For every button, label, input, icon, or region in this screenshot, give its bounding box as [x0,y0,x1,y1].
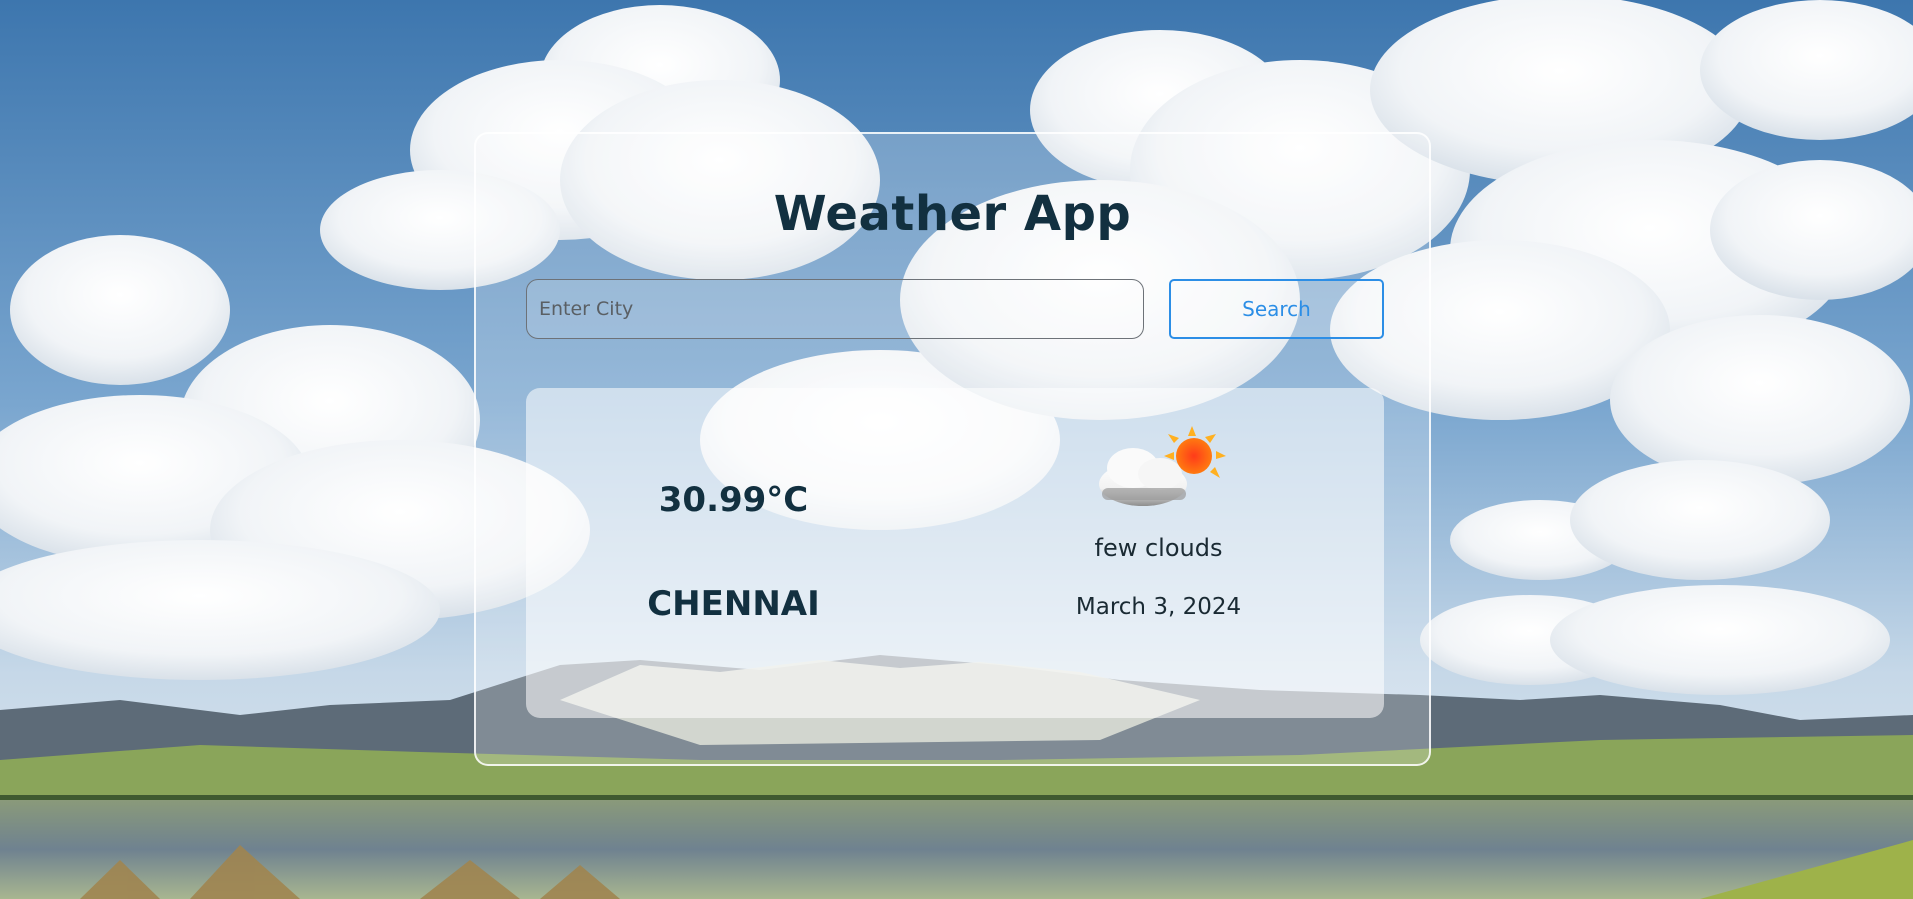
weather-app-card: Weather App Search 30.99°C CHENNAI [474,132,1431,766]
temperature-value: 30.99°C [658,480,809,520]
weather-description: few clouds [1094,534,1223,562]
few-clouds-day-icon [1088,426,1228,516]
city-search-input[interactable] [526,279,1144,339]
weather-date: March 3, 2024 [1075,594,1242,620]
app-title: Weather App [773,186,1132,242]
city-name: CHENNAI [647,584,820,624]
weather-result-panel: 30.99°C CHENNAI few clouds March 3, 2024 [526,388,1384,718]
search-button[interactable]: Search [1169,279,1384,339]
